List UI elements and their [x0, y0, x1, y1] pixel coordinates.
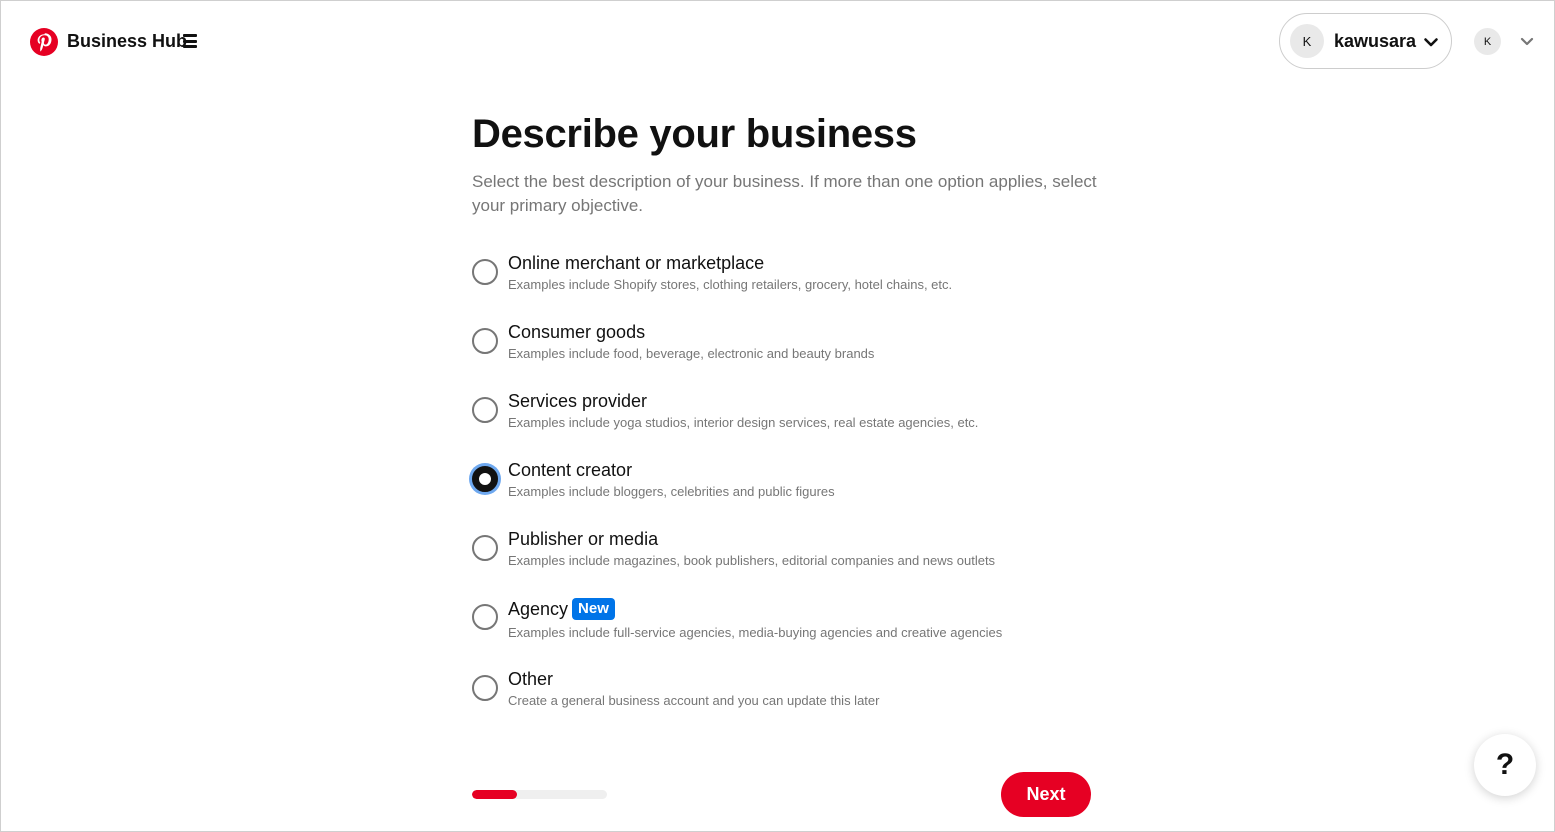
- option-description: Create a general business account and yo…: [508, 693, 880, 708]
- radio-button-selected[interactable]: [472, 466, 498, 492]
- option-label: Consumer goods: [508, 322, 646, 342]
- radio-button[interactable]: [472, 259, 498, 285]
- page-title: Describe your business: [472, 112, 917, 156]
- radio-button[interactable]: [472, 604, 498, 630]
- account-username: kawusara: [1334, 31, 1417, 51]
- option-content-creator[interactable]: Content creator Examples include blogger…: [470, 460, 1110, 516]
- option-label: Services provider: [508, 391, 648, 411]
- radio-button[interactable]: [472, 675, 498, 701]
- radio-button[interactable]: [472, 397, 498, 423]
- option-label: Publisher or media: [508, 529, 659, 549]
- option-agency[interactable]: Agency New Examples include full-service…: [470, 598, 1110, 654]
- option-label: Agency: [508, 598, 569, 619]
- chevron-down-icon[interactable]: [1519, 33, 1535, 49]
- account-switcher-button[interactable]: K kawusara: [1279, 13, 1452, 69]
- option-description: Examples include food, beverage, electro…: [508, 346, 875, 361]
- option-services-provider[interactable]: Services provider Examples include yoga …: [470, 391, 1110, 447]
- profile-avatar[interactable]: K: [1474, 28, 1501, 55]
- business-hub-title[interactable]: Business Hub: [67, 31, 187, 52]
- radio-button[interactable]: [472, 328, 498, 354]
- option-label: Other: [508, 669, 554, 689]
- option-publisher-media[interactable]: Publisher or media Examples include maga…: [470, 529, 1110, 585]
- radio-button[interactable]: [472, 535, 498, 561]
- page-subtitle: Select the best description of your busi…: [472, 172, 1097, 215]
- next-button[interactable]: Next: [1001, 772, 1091, 817]
- progress-bar-fill: [472, 790, 517, 799]
- option-description: Examples include full-service agencies, …: [508, 625, 1003, 640]
- option-consumer-goods[interactable]: Consumer goods Examples include food, be…: [470, 322, 1110, 378]
- option-other[interactable]: Other Create a general business account …: [470, 669, 1110, 725]
- help-button[interactable]: ?: [1474, 734, 1536, 796]
- option-label-row: Agency New: [508, 598, 615, 620]
- option-description: Examples include yoga studios, interior …: [508, 415, 979, 430]
- new-badge: New: [572, 598, 615, 620]
- progress-bar: [472, 790, 607, 799]
- chevron-down-icon: [1424, 38, 1438, 47]
- option-description: Examples include Shopify stores, clothin…: [508, 277, 953, 292]
- option-online-merchant[interactable]: Online merchant or marketplace Examples …: [470, 253, 1110, 309]
- option-description: Examples include bloggers, celebrities a…: [508, 484, 835, 499]
- option-description: Examples include magazines, book publish…: [508, 553, 996, 568]
- avatar: K: [1290, 24, 1324, 58]
- option-label: Content creator: [508, 460, 633, 480]
- pinterest-logo[interactable]: [30, 28, 58, 56]
- option-label: Online merchant or marketplace: [508, 253, 765, 273]
- hamburger-menu-icon[interactable]: [183, 34, 197, 48]
